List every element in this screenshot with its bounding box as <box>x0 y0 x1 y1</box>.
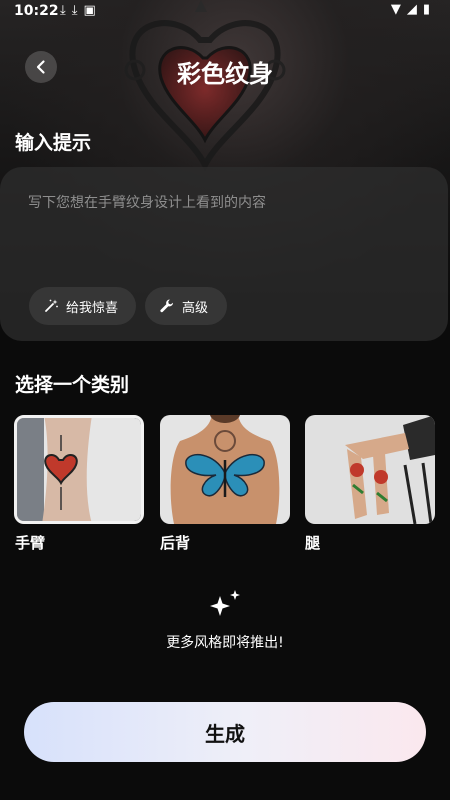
advanced-chip[interactable]: 高级 <box>145 287 227 325</box>
coming-soon-text: 更多风格即将推出! <box>166 635 284 651</box>
status-time: 10:22 <box>14 3 59 19</box>
prompt-input[interactable]: 写下您想在手臂纹身设计上看到的内容 <box>28 192 418 212</box>
status-bar: 10:22 ⤓⤓▣ ▼◢▮ <box>0 0 450 24</box>
chip-label: 高级 <box>182 300 209 316</box>
category-card-leg[interactable] <box>305 415 435 524</box>
chip-label: 给我惊喜 <box>66 300 119 316</box>
category-label-leg: 腿 <box>305 534 321 552</box>
category-label-arm: 手臂 <box>15 534 46 552</box>
sparkle-icon <box>210 590 240 616</box>
leg-tattoo-image <box>305 415 435 524</box>
generate-button-label: 生成 <box>205 721 245 746</box>
back-tattoo-image <box>160 415 290 524</box>
category-card-arm[interactable] <box>14 415 144 524</box>
generate-button[interactable]: 生成 <box>24 702 426 762</box>
wrench-icon <box>160 299 174 313</box>
wifi-battery-icon: ▼◢▮ <box>390 2 436 17</box>
surprise-me-chip[interactable]: 给我惊喜 <box>29 287 136 325</box>
heart-tattoo-image <box>124 0 286 172</box>
download-icon: ⤓⤓▣ <box>60 3 102 18</box>
category-card-back[interactable] <box>160 415 290 524</box>
category-section-title: 选择一个类别 <box>15 374 130 396</box>
arm-tattoo-image <box>17 418 141 521</box>
magic-wand-icon <box>45 299 58 312</box>
page-title: 彩色纹身 <box>177 60 273 88</box>
category-label-back: 后背 <box>160 534 191 552</box>
prompt-section-title: 输入提示 <box>15 132 92 154</box>
